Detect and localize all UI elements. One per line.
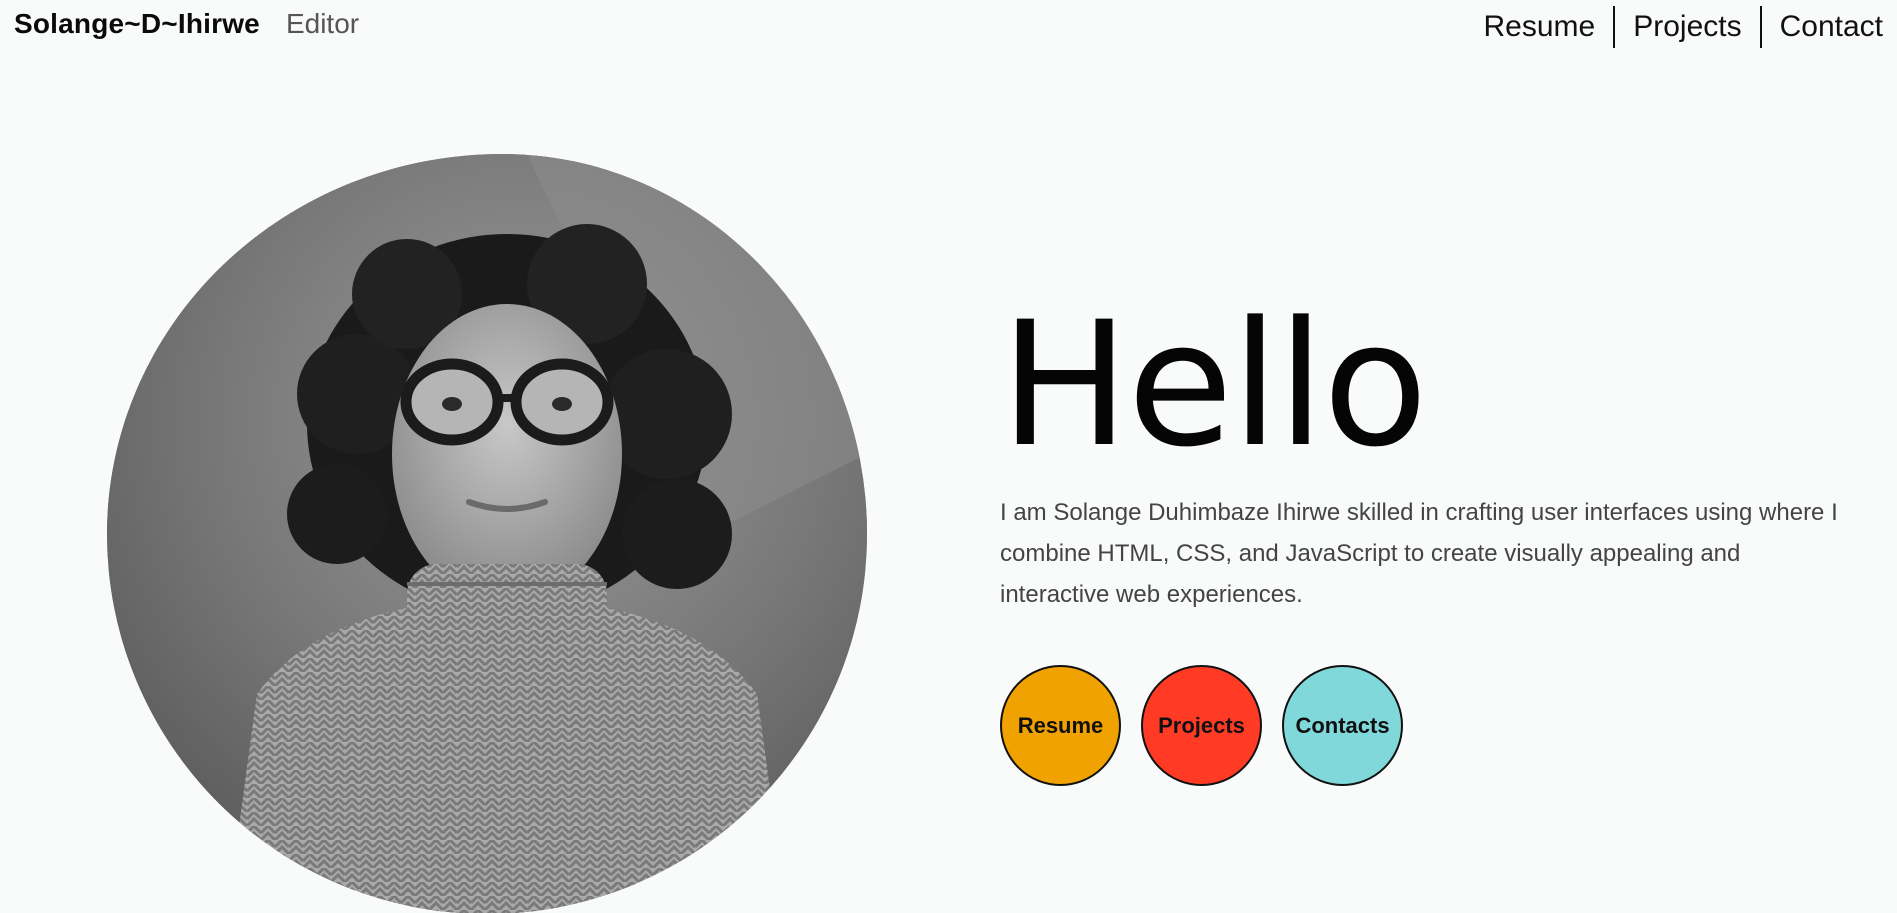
brand-role: Editor <box>285 8 360 39</box>
nav-link-contact[interactable]: Contact <box>1762 6 1883 48</box>
portrait-photo <box>107 154 867 913</box>
hero-section: Hello I am Solange Duhimbaze Ihirwe skil… <box>1000 284 1840 615</box>
hero-title: Hello <box>1000 284 1428 485</box>
brand: Solange~D~Ihirwe Editor <box>14 8 359 40</box>
portfolio-page: Solange~D~Ihirwe Editor Resume Projects … <box>0 0 1897 913</box>
top-nav: Resume Projects Contact <box>1466 6 1883 48</box>
portrait-illustration <box>107 154 867 913</box>
action-buttons: Resume Projects Contacts <box>1000 665 1403 786</box>
nav-link-projects[interactable]: Projects <box>1615 6 1762 48</box>
contacts-button[interactable]: Contacts <box>1282 665 1403 786</box>
resume-button[interactable]: Resume <box>1000 665 1121 786</box>
site-header: Solange~D~Ihirwe Editor Resume Projects … <box>0 0 1897 56</box>
nav-link-resume[interactable]: Resume <box>1466 6 1616 48</box>
hero-description: I am Solange Duhimbaze Ihirwe skilled in… <box>1000 499 1838 608</box>
brand-name[interactable]: Solange~D~Ihirwe <box>14 8 260 40</box>
projects-button[interactable]: Projects <box>1141 665 1262 786</box>
